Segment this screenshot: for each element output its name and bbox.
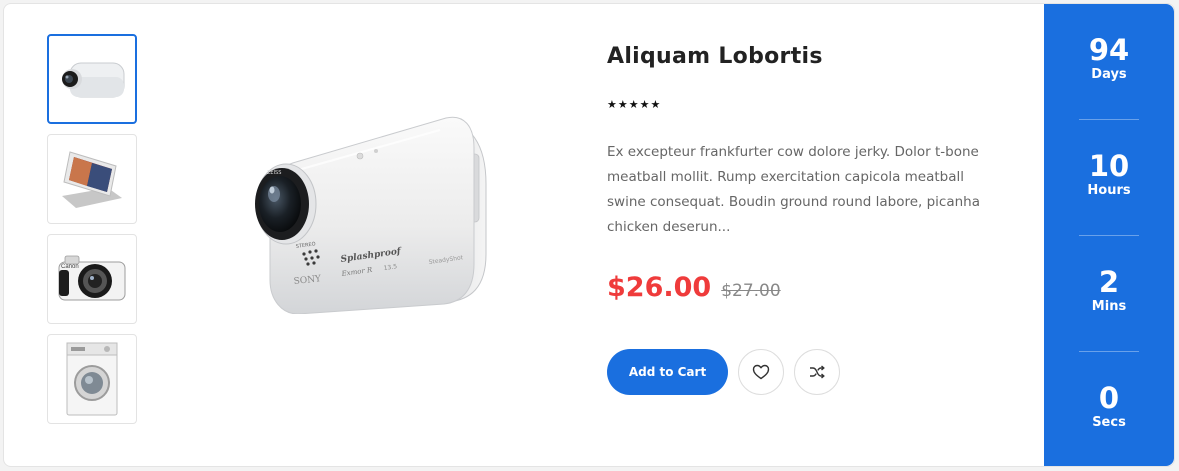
countdown-mins-label: Mins [1091, 299, 1127, 314]
countdown-mins: 2 Mins [1044, 266, 1174, 316]
countdown-hours-label: Hours [1087, 183, 1131, 198]
camera-zeiss-text: ZEISS [267, 170, 281, 176]
countdown-secs: 0 Secs [1044, 382, 1174, 432]
product-title: Aliquam Lobortis [607, 44, 823, 69]
washing-machine-thumb-image [66, 342, 118, 416]
old-price: $27.00 [721, 281, 781, 301]
rating-stars: ★ ★ ★ ★ ★ [607, 99, 1007, 110]
product-card: Canon Splashproof Exmor R 13.5 SteadySho… [3, 3, 1175, 467]
star-icon: ★ [607, 98, 617, 111]
tablet-thumb-image [62, 151, 122, 208]
thumbnail-list: Canon [47, 34, 137, 434]
thumbnail-tablet[interactable] [47, 134, 137, 224]
countdown-hours-value: 10 [1088, 149, 1130, 183]
countdown-divider [1079, 351, 1139, 352]
thumbnail-action-camera[interactable] [47, 34, 137, 124]
action-camera-thumb-image [62, 62, 125, 98]
countdown-divider [1079, 235, 1139, 236]
mirrorless-camera-thumb-image: Canon [58, 255, 126, 301]
current-price: $26.00 [607, 272, 712, 303]
star-icon: ★ [650, 98, 661, 111]
countdown-secs-label: Secs [1092, 415, 1126, 430]
product-actions: Add to Cart [607, 349, 1007, 395]
heart-icon [752, 364, 770, 380]
thumbnail-mirrorless-camera[interactable]: Canon [47, 234, 137, 324]
compare-button[interactable] [794, 349, 840, 395]
star-icon: ★ [628, 98, 639, 111]
star-icon: ★ [639, 98, 650, 111]
product-main-image: Splashproof Exmor R 13.5 SteadyShot SONY… [234, 104, 504, 315]
thumbnail-washing-machine[interactable] [47, 334, 137, 424]
countdown-days-label: Days [1091, 67, 1127, 82]
countdown-days: 94 Days [1044, 34, 1174, 84]
product-info: Aliquam Lobortis ★ ★ ★ ★ ★ Ex excepteur … [607, 44, 1007, 395]
countdown-timer: 94 Days 10 Hours 2 Mins 0 Secs [1044, 4, 1174, 466]
price-row: $26.00 $27.00 [607, 272, 1007, 303]
shuffle-icon [810, 365, 825, 379]
countdown-divider [1079, 119, 1139, 120]
countdown-days-value: 94 [1088, 33, 1130, 67]
star-icon: ★ [617, 98, 628, 111]
wishlist-button[interactable] [738, 349, 784, 395]
countdown-secs-value: 0 [1098, 381, 1120, 415]
canon-logo-text: Canon [61, 264, 79, 270]
product-description: Ex excepteur frankfurter cow dolore jerk… [607, 144, 981, 235]
add-to-cart-button[interactable]: Add to Cart [607, 349, 728, 395]
countdown-mins-value: 2 [1098, 265, 1120, 299]
countdown-hours: 10 Hours [1044, 150, 1174, 200]
